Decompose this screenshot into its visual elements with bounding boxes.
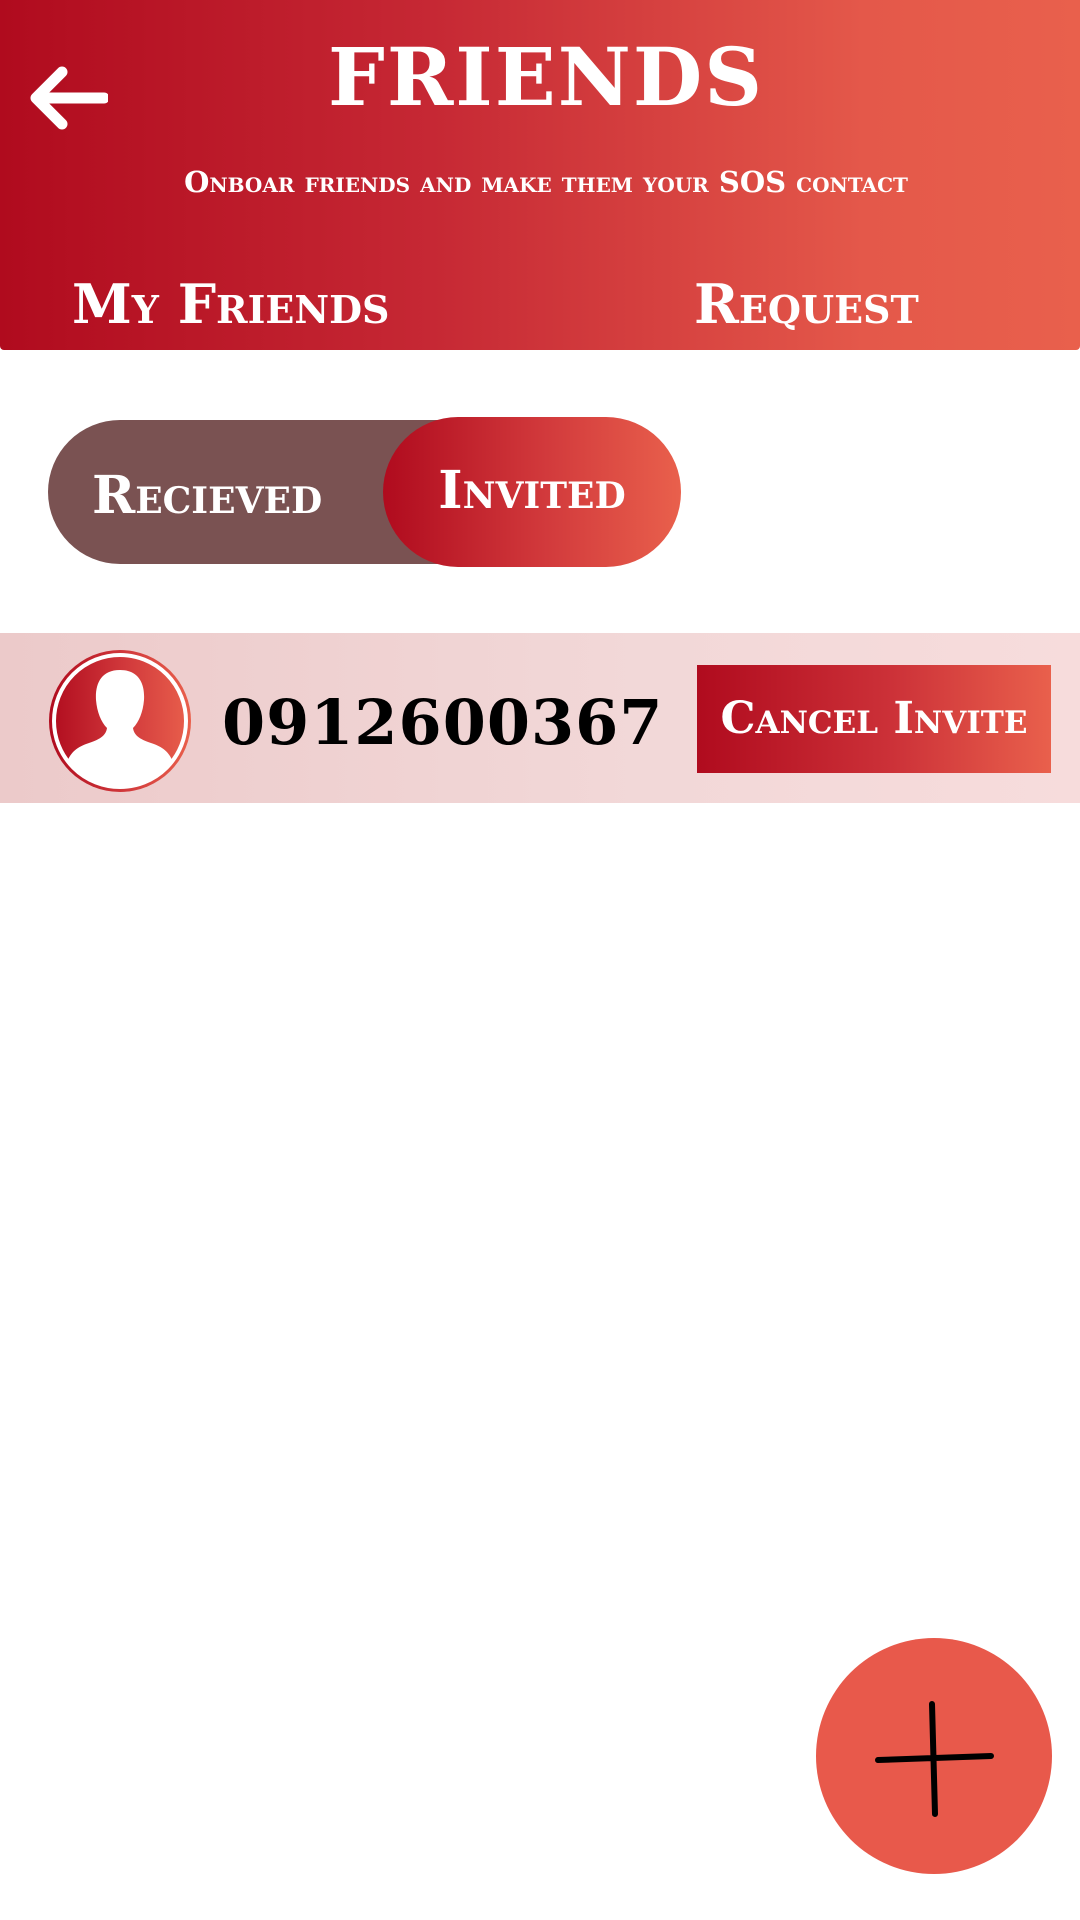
header-bar: FRIENDS Onboar friends and make them you… xyxy=(0,0,1080,350)
toggle-option-received[interactable]: Recieved xyxy=(92,420,322,564)
avatar xyxy=(49,650,191,792)
plus-icon xyxy=(875,1701,994,1817)
tab-my-friends[interactable]: My Friends xyxy=(72,272,390,336)
toggle-option-invited[interactable]: Invited xyxy=(383,417,681,567)
page-title: FRIENDS xyxy=(328,30,764,124)
person-silhouette-icon xyxy=(52,653,188,789)
contact-phone-number: 0912600367 xyxy=(222,686,664,759)
page-subtitle: Onboar friends and make them your SOS co… xyxy=(184,165,908,199)
list-item: 0912600367 Cancel Invite xyxy=(0,633,1080,803)
friends-screen: FRIENDS Onboar friends and make them you… xyxy=(0,0,1080,1920)
cancel-invite-button[interactable]: Cancel Invite xyxy=(697,665,1051,773)
add-friend-button[interactable] xyxy=(816,1638,1052,1874)
tab-request[interactable]: Request xyxy=(694,272,919,336)
received-invited-toggle: Recieved Invited xyxy=(48,417,681,567)
